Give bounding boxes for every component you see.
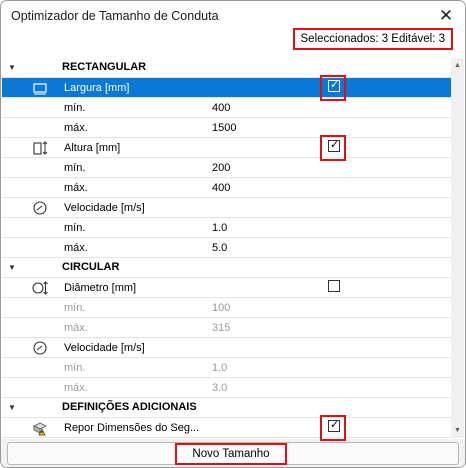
- selection-status: Seleccionados: 3 Editável: 3: [292, 28, 453, 50]
- collapse-triangle-icon[interactable]: ▼: [8, 403, 16, 412]
- param-row-diametro-max: máx. 315: [2, 318, 451, 338]
- min-label: mín.: [64, 222, 86, 234]
- velocity-icon: [33, 201, 47, 215]
- param-row-diametro-min: mín. 100: [2, 298, 451, 318]
- parameter-list: ▼ RECTANGULAR Largura [mm] ✓ mín. 400 má…: [2, 58, 451, 438]
- diametro-min-value: 100: [212, 302, 231, 314]
- largura-max-value[interactable]: 1500: [212, 122, 236, 134]
- param-label: Largura [mm]: [64, 82, 130, 94]
- section-label: DEFINIÇÕES ADICIONAIS: [62, 401, 197, 413]
- highlight-box: [320, 135, 346, 161]
- param-label: Repor Dimensões do Seg...: [64, 422, 200, 434]
- param-row-velocidade-circ-min: mín. 1.0: [2, 358, 451, 378]
- param-row-velocidade-circ: Velocidade [m/s]: [2, 338, 451, 358]
- diametro-max-value: 315: [212, 322, 231, 334]
- velocidade-rect-min-value[interactable]: 1.0: [212, 222, 227, 234]
- window-title: Optimizador de Tamanho de Conduta: [11, 9, 219, 23]
- velocity-icon: [33, 341, 47, 355]
- param-row-altura-min: mín. 200: [2, 158, 451, 178]
- param-row-velocidade-rect-min: mín. 1.0: [2, 218, 451, 238]
- param-label: Velocidade [m/s]: [64, 342, 145, 354]
- min-label: mín.: [64, 102, 86, 114]
- param-row-largura-max: máx. 1500: [2, 118, 451, 138]
- section-circular[interactable]: ▼ CIRCULAR: [2, 258, 451, 278]
- collapse-triangle-icon[interactable]: ▼: [8, 63, 16, 72]
- min-label: mín.: [64, 362, 86, 374]
- param-row-largura-min: mín. 400: [2, 98, 451, 118]
- param-row-velocidade-rect: Velocidade [m/s]: [2, 198, 451, 218]
- param-label: Velocidade [m/s]: [64, 202, 145, 214]
- altura-min-value[interactable]: 200: [212, 162, 230, 174]
- section-rectangular[interactable]: ▼ RECTANGULAR: [2, 58, 451, 78]
- param-row-velocidade-circ-max: máx. 3.0: [2, 378, 451, 398]
- section-label: CIRCULAR: [62, 261, 120, 273]
- highlight-box: [320, 75, 346, 101]
- min-label: mín.: [64, 302, 86, 314]
- param-row-velocidade-rect-max: máx. 5.0: [2, 238, 451, 258]
- scroll-up-icon[interactable]: ▲: [451, 59, 464, 72]
- velocidade-circ-min-value: 1.0: [212, 362, 228, 374]
- scroll-down-icon[interactable]: ▼: [451, 424, 464, 437]
- param-row-diametro[interactable]: Diâmetro [mm]: [2, 278, 451, 298]
- param-label: Diâmetro [mm]: [64, 282, 137, 294]
- warning-icon: [33, 422, 47, 436]
- section-additional-settings[interactable]: ▼ DEFINIÇÕES ADICIONAIS: [2, 398, 451, 418]
- largura-min-value[interactable]: 400: [212, 102, 230, 114]
- param-row-altura[interactable]: Altura [mm] ✓: [2, 138, 451, 158]
- highlight-box: [320, 415, 346, 441]
- height-icon: [33, 141, 48, 155]
- dialog-window: Optimizador de Tamanho de Conduta ✕ Sele…: [0, 0, 466, 468]
- width-icon: [33, 83, 47, 95]
- diameter-icon: [32, 281, 48, 295]
- scrollbar[interactable]: ▲ ▼: [451, 58, 464, 438]
- diametro-checkbox[interactable]: [328, 280, 340, 292]
- new-size-button[interactable]: Novo Tamanho: [175, 443, 287, 465]
- close-icon[interactable]: ✕: [433, 5, 459, 27]
- max-label: máx.: [64, 182, 88, 194]
- velocidade-circ-max-value: 3.0: [212, 382, 228, 394]
- max-label: máx.: [64, 242, 88, 254]
- param-label: Altura [mm]: [64, 142, 121, 154]
- param-row-largura[interactable]: Largura [mm] ✓: [2, 78, 451, 98]
- param-row-repor[interactable]: Repor Dimensões do Seg... ✓: [2, 418, 451, 438]
- max-label: máx.: [64, 382, 88, 394]
- collapse-triangle-icon[interactable]: ▼: [8, 263, 16, 272]
- max-label: máx.: [64, 122, 88, 134]
- min-label: mín.: [64, 162, 86, 174]
- velocidade-rect-max-value[interactable]: 5.0: [212, 242, 227, 254]
- param-row-altura-max: máx. 400: [2, 178, 451, 198]
- max-label: máx.: [64, 322, 88, 334]
- altura-max-value[interactable]: 400: [212, 182, 230, 194]
- section-label: RECTANGULAR: [62, 61, 147, 73]
